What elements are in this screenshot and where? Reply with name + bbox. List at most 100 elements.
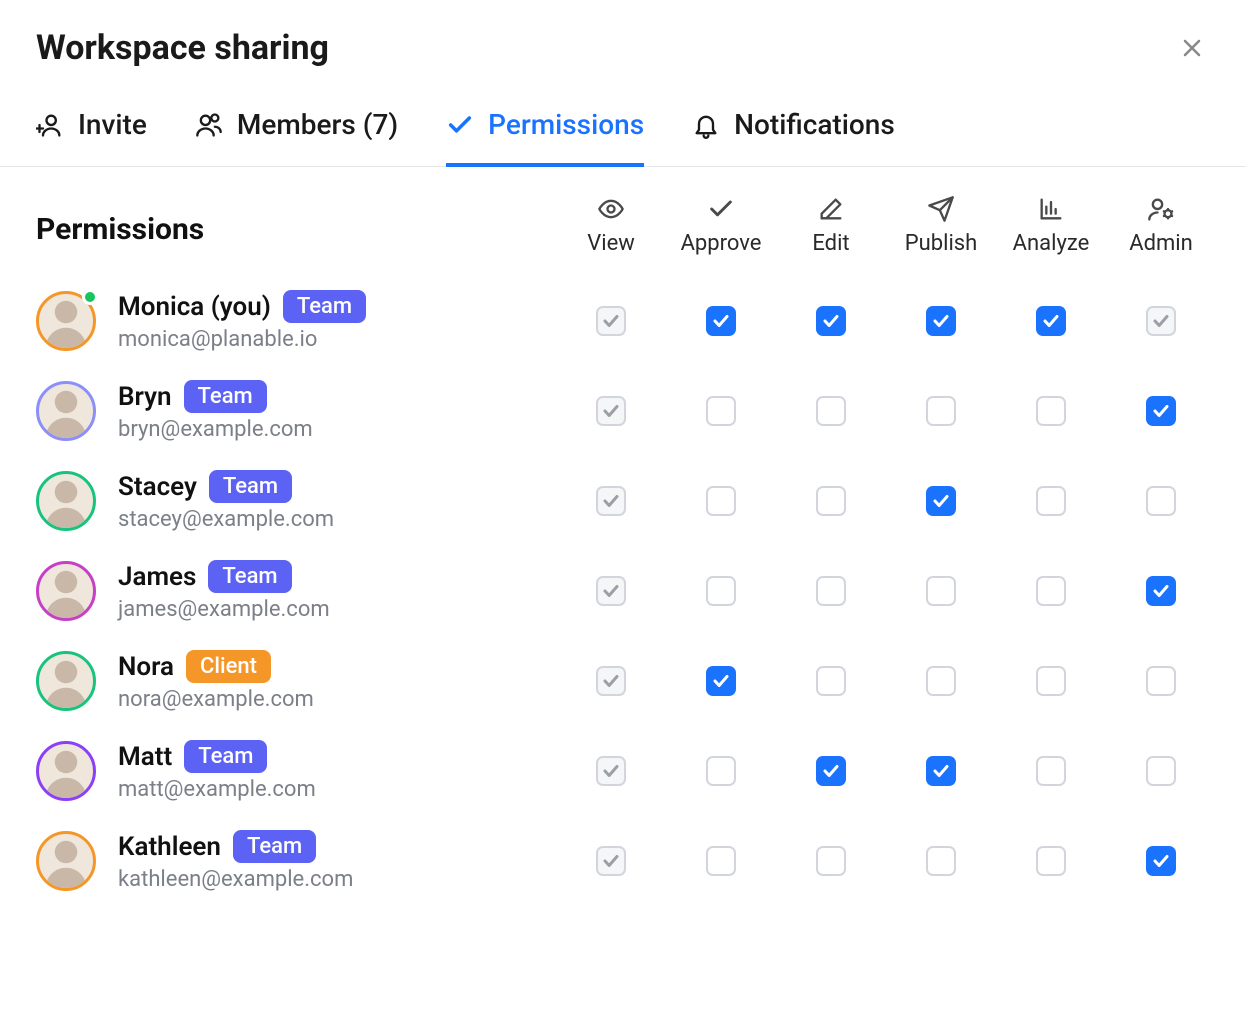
tab-notifications[interactable]: Notifications [692,108,895,167]
permission-checkbox[interactable] [706,486,736,516]
permission-checkbox[interactable] [706,306,736,336]
permission-checkbox[interactable] [926,846,956,876]
modal-header: Workspace sharing [0,0,1246,82]
column-label: View [587,231,635,256]
check-icon [822,762,840,780]
permission-checkbox[interactable] [706,396,736,426]
permission-checkbox[interactable] [926,756,956,786]
user-email: james@example.com [118,597,330,622]
perm-cell [996,382,1106,440]
permission-checkbox [596,306,626,336]
permission-checkbox[interactable] [1146,396,1176,426]
permission-checkbox[interactable] [926,486,956,516]
eye-icon [597,195,625,223]
permission-checkbox[interactable] [1036,756,1066,786]
tab-permissions[interactable]: Permissions [446,108,644,167]
perm-cell [886,292,996,350]
permission-checkbox[interactable] [1036,486,1066,516]
user-name: Stacey [118,472,197,502]
avatar [36,291,96,351]
permission-checkbox [596,396,626,426]
perm-cell [556,742,666,800]
role-badge: Client [186,650,271,683]
check-icon [602,672,620,690]
permission-checkbox[interactable] [1146,666,1176,696]
perm-cell [1106,382,1216,440]
avatar [36,381,96,441]
close-icon [1180,36,1204,60]
permission-checkbox[interactable] [706,756,736,786]
workspace-sharing-modal: Workspace sharing Invite [0,0,1246,926]
check-icon [932,312,950,330]
tab-label: Members (7) [237,108,398,141]
permission-checkbox[interactable] [1036,846,1066,876]
perm-cell [1106,742,1216,800]
permission-checkbox[interactable] [816,756,846,786]
permission-checkbox[interactable] [926,576,956,606]
tab-invite[interactable]: Invite [36,108,147,167]
admin-icon [1147,195,1175,223]
role-badge: Team [208,560,291,593]
role-badge: Team [283,290,366,323]
permission-checkbox [596,576,626,606]
perm-cell [666,652,776,710]
perm-cell [776,652,886,710]
perm-cell [776,742,886,800]
perm-cell [776,292,886,350]
role-badge: Team [184,740,267,773]
user-row: Stacey Team stacey@example.com [36,456,556,546]
user-text: Monica (you) Team monica@planable.io [118,290,366,352]
permission-checkbox[interactable] [1036,396,1066,426]
user-text: James Team james@example.com [118,560,330,622]
permission-checkbox[interactable] [1036,666,1066,696]
permission-checkbox[interactable] [926,396,956,426]
permission-checkbox[interactable] [816,576,846,606]
permission-checkbox[interactable] [706,576,736,606]
user-row: James Team james@example.com [36,546,556,636]
check-icon [1042,312,1060,330]
permission-checkbox[interactable] [1146,756,1176,786]
user-email: stacey@example.com [118,507,334,532]
check-icon [1152,312,1170,330]
invite-icon [36,111,64,139]
permission-checkbox[interactable] [926,306,956,336]
permission-checkbox[interactable] [816,396,846,426]
permission-checkbox[interactable] [1146,486,1176,516]
permission-checkbox [596,756,626,786]
column-header-admin: Admin [1106,195,1216,276]
permission-checkbox [1146,306,1176,336]
permission-checkbox[interactable] [816,846,846,876]
permission-checkbox [596,846,626,876]
perm-cell [886,472,996,530]
check-icon [1152,852,1170,870]
permission-checkbox[interactable] [706,666,736,696]
check-icon [932,492,950,510]
tab-label: Notifications [734,108,895,141]
perm-cell [776,382,886,440]
perm-cell [996,832,1106,890]
perm-cell [666,832,776,890]
permission-checkbox[interactable] [816,666,846,696]
avatar [36,741,96,801]
permission-checkbox[interactable] [706,846,736,876]
check-icon [602,582,620,600]
permission-checkbox[interactable] [1146,576,1176,606]
permission-checkbox[interactable] [1146,846,1176,876]
permission-checkbox[interactable] [816,486,846,516]
check-icon [602,492,620,510]
permission-checkbox[interactable] [1036,306,1066,336]
permission-checkbox[interactable] [816,306,846,336]
avatar [36,651,96,711]
permission-checkbox[interactable] [926,666,956,696]
perm-cell [556,382,666,440]
tab-members[interactable]: Members (7) [195,108,398,167]
user-text: Bryn Team bryn@example.com [118,380,313,442]
close-button[interactable] [1174,30,1210,66]
permission-checkbox[interactable] [1036,576,1066,606]
modal-title: Workspace sharing [36,28,329,68]
column-header-publish: Publish [886,195,996,276]
check-icon [602,312,620,330]
user-row: Nora Client nora@example.com [36,636,556,726]
perm-cell [886,652,996,710]
tabs-nav: Invite Members (7) Permissions [0,82,1246,167]
